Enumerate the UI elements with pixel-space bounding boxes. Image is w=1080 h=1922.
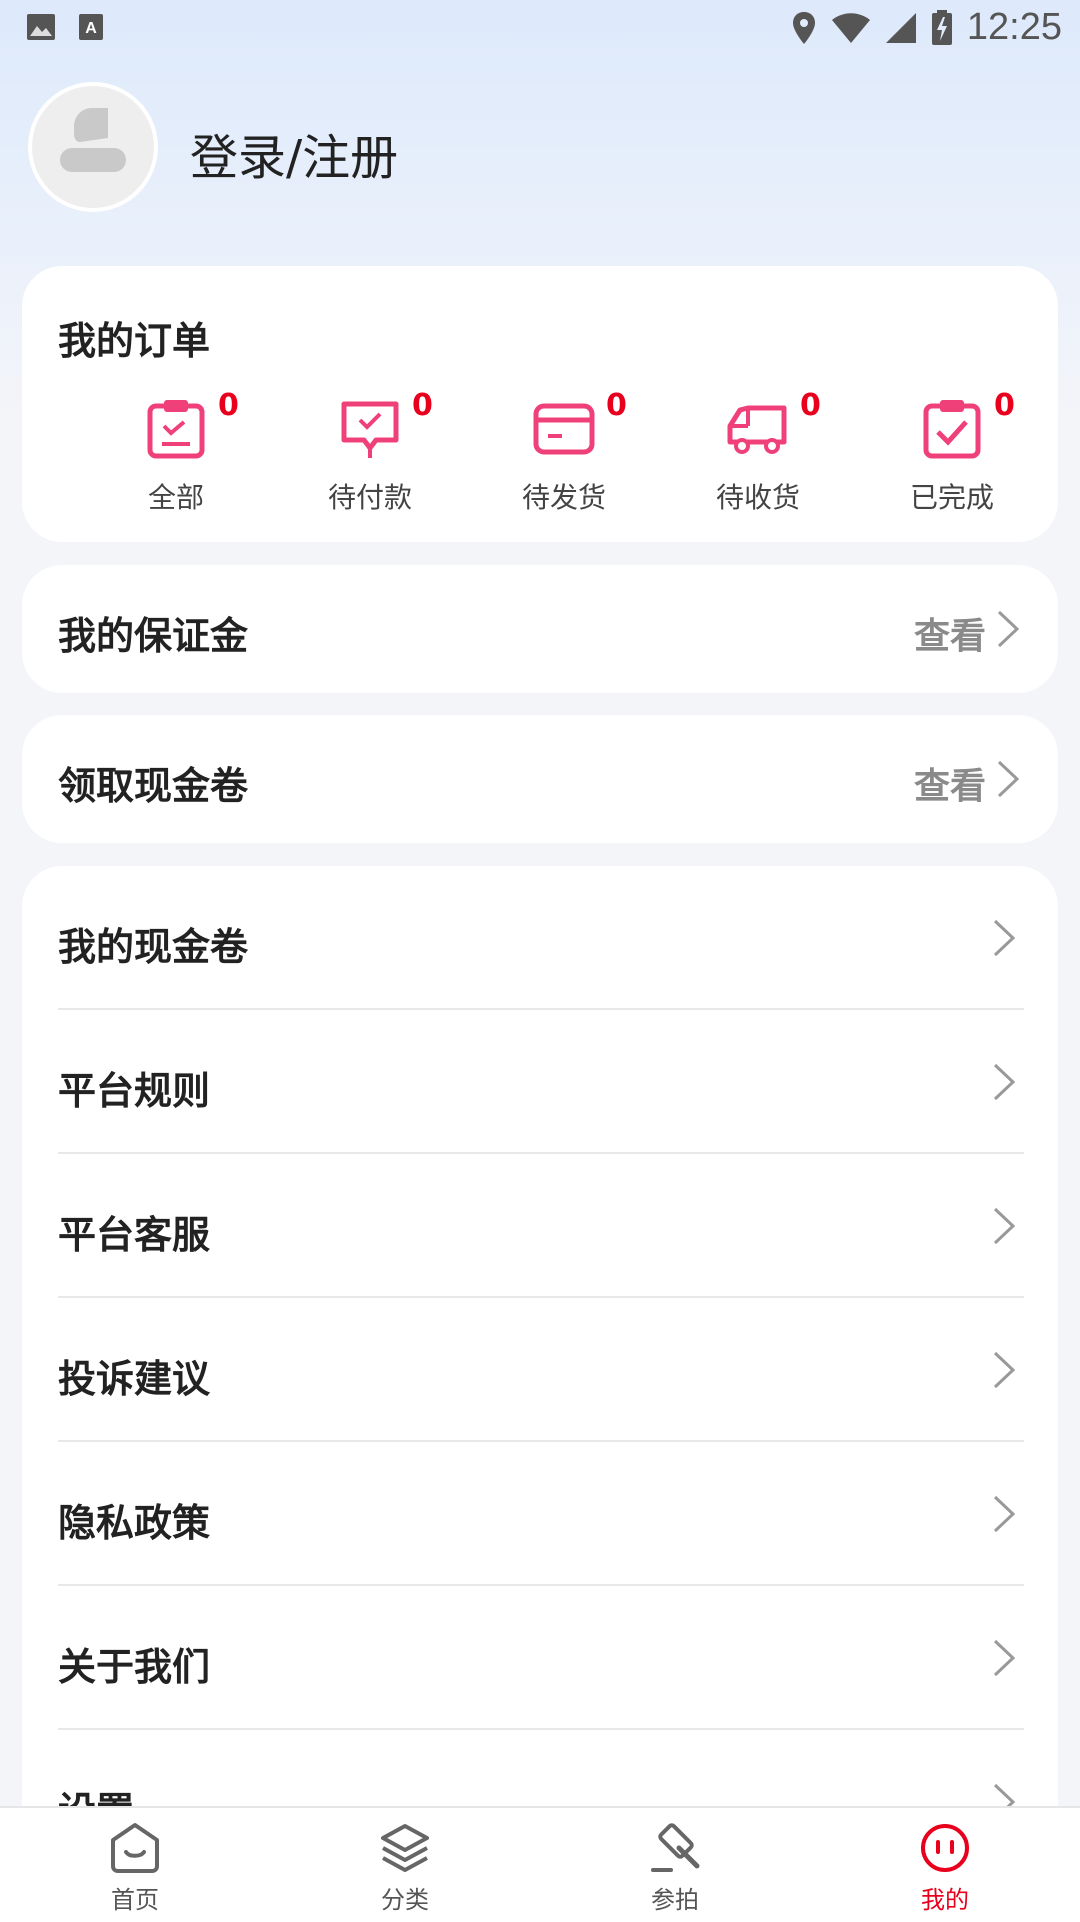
order-pending-payment[interactable]: 0 待付款 <box>300 388 440 516</box>
chevron-right-icon <box>993 1207 1016 1245</box>
image-icon <box>27 14 55 40</box>
menu-item-platform-rules[interactable]: 平台规则 <box>58 1010 1024 1154</box>
menu-item-about-us[interactable]: 关于我们 <box>58 1586 1024 1730</box>
order-pending-receipt[interactable]: 0 待收货 <box>688 388 828 516</box>
deposit-view-link[interactable]: 查看 <box>914 607 986 659</box>
svg-text:A: A <box>85 20 97 37</box>
order-pending-shipment-label: 待发货 <box>521 481 606 514</box>
menu-item-privacy-policy[interactable]: 隐私政策 <box>58 1442 1024 1586</box>
nav-home-label: 首页 <box>111 1886 159 1914</box>
menu-item-label: 平台客服 <box>58 1213 211 1257</box>
payment-icon <box>341 401 399 458</box>
orders-card: 我的订单 0 全部 0 待付款 0 待发货 0 待收货 0 已完成 <box>22 266 1058 542</box>
chevron-right-icon <box>993 1063 1016 1101</box>
avatar[interactable] <box>28 82 158 212</box>
menu-item-feedback[interactable]: 投诉建议 <box>58 1298 1024 1442</box>
orders-title: 我的订单 <box>58 319 211 363</box>
clipboard-list-icon <box>147 400 205 459</box>
nav-mine[interactable]: 我的 <box>875 1808 1015 1922</box>
order-completed-label: 已完成 <box>909 481 994 514</box>
chevron-right-icon <box>997 760 1020 798</box>
layers-icon <box>381 1824 429 1872</box>
nav-category[interactable]: 分类 <box>335 1808 475 1922</box>
order-pending-shipment-count: 0 <box>606 388 627 423</box>
menu-item-label: 平台规则 <box>58 1069 211 1113</box>
a-icon: A <box>79 14 103 40</box>
nav-home[interactable]: 首页 <box>65 1808 205 1922</box>
login-register-link[interactable]: 登录/注册 <box>190 118 398 188</box>
nav-auction-label: 参拍 <box>651 1886 699 1914</box>
signal-icon <box>885 12 916 43</box>
bottom-nav: 首页 分类 参拍 我的 <box>0 1806 1080 1922</box>
order-pending-receipt-count: 0 <box>800 388 821 423</box>
card-icon <box>533 403 595 455</box>
nav-auction[interactable]: 参拍 <box>605 1808 745 1922</box>
location-icon <box>792 11 815 44</box>
order-pending-payment-label: 待付款 <box>327 481 412 514</box>
menu-item-label: 我的现金卷 <box>58 925 249 969</box>
status-bar: A 12:25 <box>0 0 1080 54</box>
menu-item-label: 投诉建议 <box>58 1357 211 1401</box>
menu-item-customer-service[interactable]: 平台客服 <box>58 1154 1024 1298</box>
order-completed-count: 0 <box>994 388 1015 423</box>
order-all-label: 全部 <box>147 481 204 514</box>
menu-item-label: 关于我们 <box>58 1645 211 1689</box>
nav-mine-label: 我的 <box>921 1886 969 1914</box>
order-pending-shipment[interactable]: 0 待发货 <box>494 388 634 516</box>
clipboard-check-icon <box>923 400 981 459</box>
order-pending-payment-count: 0 <box>412 388 433 423</box>
chevron-right-icon <box>993 1351 1016 1389</box>
order-completed[interactable]: 0 已完成 <box>882 388 1022 516</box>
deposit-card[interactable]: 我的保证金 查看 <box>22 565 1058 693</box>
menu-item-my-coupons[interactable]: 我的现金卷 <box>58 866 1024 1010</box>
status-time: 12:25 <box>966 6 1062 48</box>
deposit-title: 我的保证金 <box>58 614 249 658</box>
chevron-right-icon <box>997 610 1020 648</box>
coupon-claim-view-link[interactable]: 查看 <box>914 757 986 809</box>
chevron-right-icon <box>993 919 1016 957</box>
menu-item-label: 隐私政策 <box>58 1501 211 1545</box>
default-avatar-icon <box>60 108 126 172</box>
order-pending-receipt-label: 待收货 <box>715 481 800 514</box>
order-all[interactable]: 0 全部 <box>106 388 246 516</box>
order-all-count: 0 <box>218 388 239 423</box>
chevron-right-icon <box>993 1495 1016 1533</box>
menu-list: 我的现金卷 平台规则 平台客服 投诉建议 隐私政策 关于我们 设置 <box>22 866 1058 1906</box>
profile-face-icon <box>921 1824 969 1872</box>
home-face-icon <box>111 1823 159 1873</box>
gavel-icon <box>651 1823 700 1872</box>
chevron-right-icon <box>993 1639 1016 1677</box>
nav-category-label: 分类 <box>381 1886 429 1914</box>
wifi-icon <box>831 12 870 43</box>
coupon-claim-title: 领取现金卷 <box>58 764 249 808</box>
truck-icon <box>727 405 787 454</box>
battery-charging-icon <box>931 9 952 45</box>
coupon-claim-card[interactable]: 领取现金卷 查看 <box>22 715 1058 843</box>
